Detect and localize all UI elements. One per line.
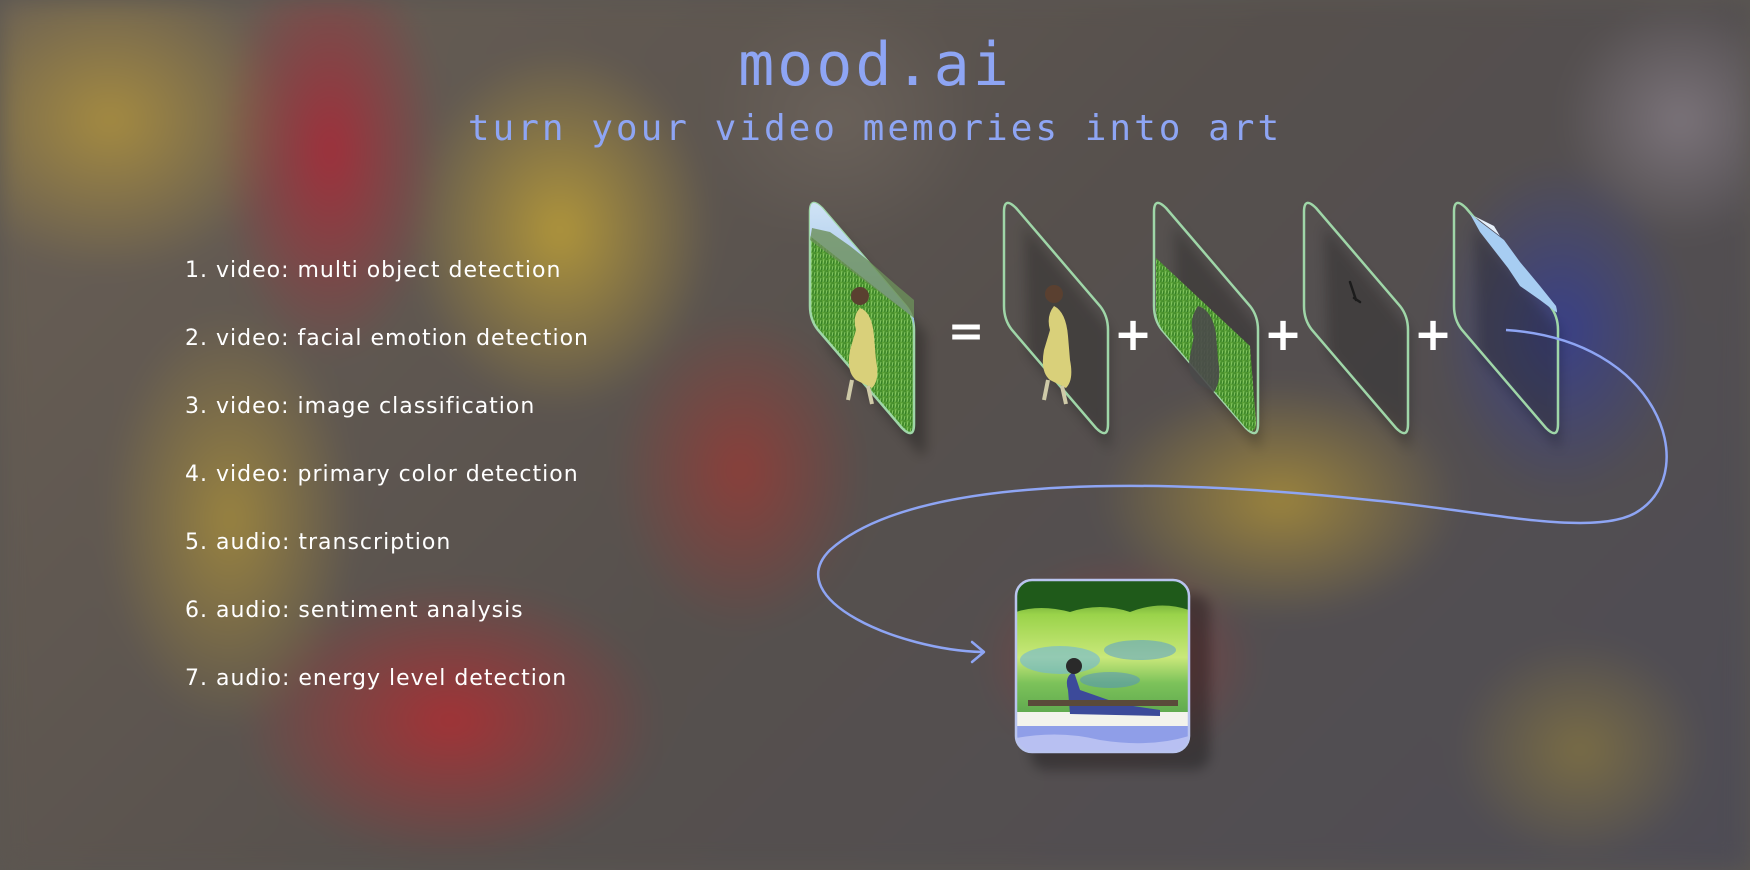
plus-operator: +	[1264, 307, 1303, 361]
plus-operator: +	[1114, 307, 1153, 361]
video-frame-sky-layer	[1452, 201, 1560, 450]
video-frame-original	[808, 201, 926, 456]
generated-artwork	[1014, 578, 1210, 770]
video-frame-background-layer	[1152, 201, 1260, 450]
video-frame-person-layer	[1002, 201, 1110, 450]
equals-operator: =	[948, 306, 985, 357]
video-frame-object-layer	[1302, 201, 1410, 450]
pipeline-diagram: = + + +	[808, 201, 1668, 770]
plus-operator: +	[1414, 307, 1453, 361]
